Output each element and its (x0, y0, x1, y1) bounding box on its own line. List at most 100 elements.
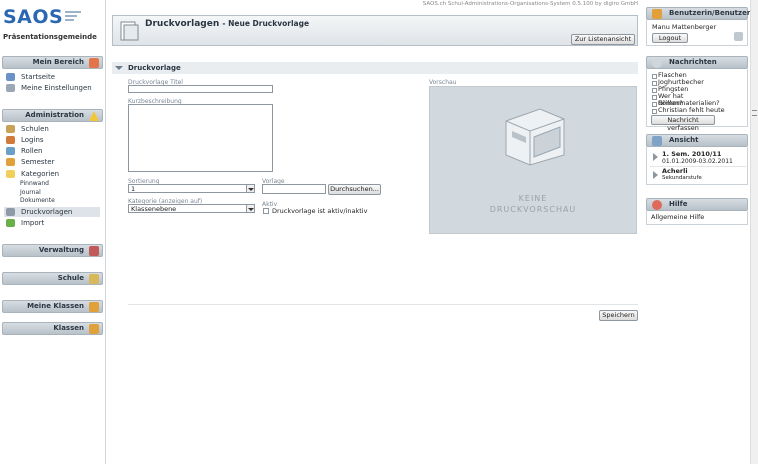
panel-schule[interactable]: Schule (2, 272, 103, 285)
document-icon (120, 21, 139, 41)
chevron-down-icon (246, 185, 254, 192)
printer-icon (505, 108, 565, 166)
sidebar-item-label: Logins (21, 136, 44, 144)
sidebar-item-logins[interactable]: Logins (4, 135, 100, 145)
sidebar-item-label: Schulen (21, 125, 49, 133)
sidebar-item-label: Startseite (21, 73, 56, 81)
group-icon (89, 302, 99, 312)
panel-title: Administration (25, 111, 84, 119)
sidebar-subitem-pinnwand[interactable]: Pinnwand (20, 180, 49, 188)
panel-title: Meine Klassen (27, 302, 84, 310)
sidebar-item-druckvorlagen[interactable]: Druckvorlagen (4, 207, 100, 217)
panel-user[interactable]: Benutzerin/Benutzer (646, 7, 750, 20)
saos-logo[interactable]: SAOS (3, 6, 93, 32)
page-title-main: Druckvorlagen (145, 19, 220, 29)
collapse-arrow-icon[interactable] (115, 66, 123, 70)
home-icon (6, 73, 15, 81)
panel-title: Ansicht (669, 136, 699, 144)
view-box: 1. Sem. 2010/11 01.01.2009-03.02.2011 Ac… (646, 147, 748, 185)
panel-verwaltung[interactable]: Verwaltung (2, 244, 103, 257)
sidebar-item-label: Druckvorlagen (21, 208, 73, 216)
description-textarea[interactable] (128, 104, 273, 172)
compose-message-button[interactable]: Nachricht verfassen (651, 115, 715, 132)
section-header[interactable]: Druckvorlage (112, 62, 638, 74)
panel-messages[interactable]: Nachrichten (646, 56, 748, 69)
current-semester[interactable]: 1. Sem. 2010/11 (662, 151, 721, 158)
gear-icon (89, 246, 99, 256)
building-icon (89, 274, 99, 284)
active-checkbox[interactable] (263, 208, 269, 214)
logo-lines-icon (65, 11, 81, 23)
user-icon (652, 9, 662, 19)
triangle-right-icon[interactable] (653, 171, 658, 179)
panel-view[interactable]: Ansicht (646, 134, 748, 147)
help-box: Allgemeine Hilfe (646, 211, 748, 225)
edit-icon[interactable] (734, 32, 743, 41)
logout-button[interactable]: Logout (652, 33, 688, 43)
sidebar-item-startseite[interactable]: Startseite (4, 72, 100, 82)
panel-administration[interactable]: Administration (2, 109, 103, 122)
logo-text: SAOS (3, 6, 64, 28)
panel-klassen[interactable]: Klassen (2, 322, 103, 335)
sidebar-item-label: Import (21, 219, 45, 227)
active-checkbox-label: Druckvorlage ist aktiv/inaktiv (272, 207, 368, 215)
panel-title: Schule (57, 274, 84, 282)
no-preview-text: KEINE DRUCKVORSCHAU (430, 193, 636, 215)
users-icon (6, 136, 15, 144)
user-box: Manu Mattenberger Logout (646, 20, 748, 46)
title-input[interactable] (128, 85, 273, 93)
sidebar-item-label: Semester (21, 158, 55, 166)
sidebar-item-meine-einstellungen[interactable]: Meine Einstellungen (4, 83, 100, 93)
no-preview-line1: KEINE (518, 194, 548, 203)
browse-button[interactable]: Durchsuchen... (328, 184, 381, 195)
save-button[interactable]: Speichern (599, 310, 638, 321)
sidebar-item-import[interactable]: Import (4, 218, 100, 228)
panel-help[interactable]: Hilfe (646, 198, 748, 211)
no-preview-line2: DRUCKVORSCHAU (489, 205, 577, 214)
current-school[interactable]: Acherli (662, 168, 688, 175)
sidebar-subitem-journal[interactable]: Journal (20, 189, 41, 197)
section-title: Druckvorlage (128, 64, 181, 72)
sidebar-item-label: Kategorien (21, 170, 60, 178)
user-name: Manu Mattenberger (652, 23, 717, 31)
wrench-icon (6, 84, 15, 92)
message-item[interactable]: Christian fehlt heute (652, 107, 725, 114)
panel-title: Verwaltung (38, 246, 84, 254)
printer-icon (6, 208, 15, 216)
sidebar-item-kategorien[interactable]: Kategorien (4, 169, 100, 179)
page-subtitle: - Neue Druckvorlage (222, 19, 310, 28)
triangle-right-icon[interactable] (653, 153, 658, 161)
semester-dates: 01.01.2009-03.02.2011 (662, 158, 733, 165)
page-scrollbar[interactable] (750, 0, 758, 464)
sidebar-item-semester[interactable]: Semester (4, 157, 100, 167)
preview-label: Vorschau (429, 79, 457, 86)
template-file-input[interactable] (262, 184, 326, 194)
warning-icon (89, 111, 99, 121)
sidebar-subitem-dokumente[interactable]: Dokumente (20, 197, 55, 205)
scrollbar-grip-icon[interactable] (752, 110, 757, 116)
school-level: Sekundarstufe (662, 175, 702, 181)
sidebar-item-schulen[interactable]: Schulen (4, 124, 100, 134)
panel-mein-bereich[interactable]: Mein Bereich (2, 56, 103, 69)
list-view-button[interactable]: Zur Listenansicht (571, 34, 635, 45)
category-select[interactable]: Klassenebene (128, 204, 255, 213)
user-alert-icon (89, 58, 99, 68)
import-icon (6, 219, 15, 227)
sidebar-item-label: Meine Einstellungen (21, 84, 92, 92)
school-icon (6, 125, 15, 133)
page-title: Druckvorlagen - Neue Druckvorlage (145, 19, 309, 29)
roles-icon (6, 147, 15, 155)
panel-title: Mein Bereich (32, 58, 84, 66)
sidebar-item-label: Rollen (21, 147, 43, 155)
category-value: Klassenebene (131, 205, 177, 213)
left-sidebar: SAOS Präsentationsgemeinde Mein Bereich … (0, 0, 106, 464)
sort-select[interactable]: 1 (128, 184, 255, 193)
general-help-link[interactable]: Allgemeine Hilfe (651, 214, 704, 221)
sidebar-item-rollen[interactable]: Rollen (4, 146, 100, 156)
panel-title: Hilfe (669, 200, 688, 208)
messages-box: Flaschen Joghurtbecher Pfingsten Wer hat… (646, 69, 748, 132)
lifebuoy-icon (652, 200, 662, 210)
panel-title: Klassen (53, 324, 84, 332)
speech-bubble-icon (652, 58, 662, 68)
panel-meine-klassen[interactable]: Meine Klassen (2, 300, 103, 313)
